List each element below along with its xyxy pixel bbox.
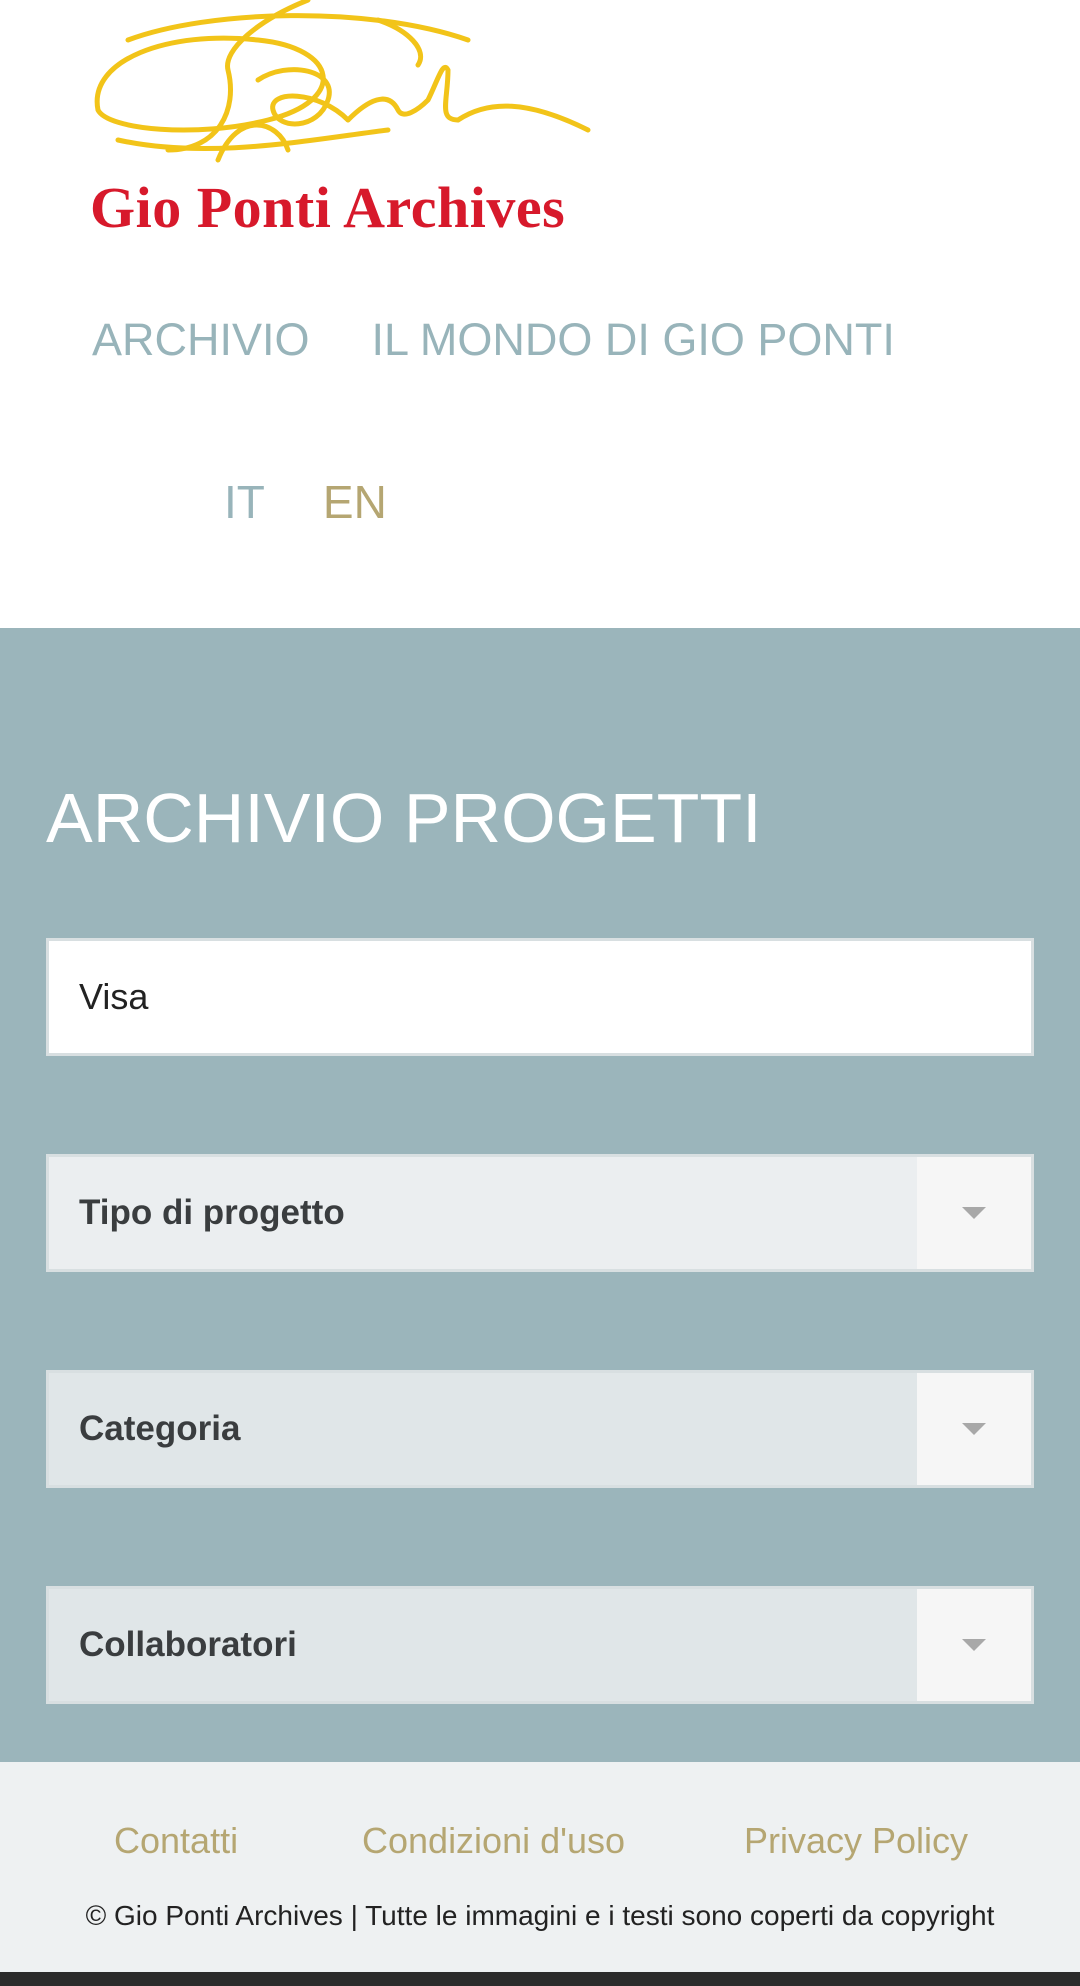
- footer-link-privacy-policy[interactable]: Privacy Policy: [744, 1816, 968, 1866]
- search-section: ARCHIVIO PROGETTI Tipo di progetto Categ…: [0, 628, 1080, 1762]
- site-header: Gio Ponti Archives ARCHIVIO IL MONDO DI …: [0, 0, 1080, 628]
- filter-categoria[interactable]: Categoria: [46, 1370, 1034, 1488]
- nav-item-il-mondo-di-gio-ponti[interactable]: IL MONDO DI GIO PONTI: [372, 310, 895, 370]
- filter-label: Collaboratori: [79, 1625, 297, 1664]
- signature-icon: [94, 0, 591, 163]
- site-footer: Contatti Condizioni d'uso Privacy Policy…: [0, 1762, 1080, 1972]
- main-nav: ARCHIVIO IL MONDO DI GIO PONTI: [92, 310, 895, 370]
- nav-item-archivio[interactable]: ARCHIVIO: [92, 310, 310, 370]
- dropdown-toggle[interactable]: [917, 1157, 1031, 1269]
- dropdown-toggle[interactable]: [917, 1589, 1031, 1701]
- page-title: ARCHIVIO PROGETTI: [46, 779, 762, 857]
- filter-label: Categoria: [79, 1409, 241, 1448]
- dropdown-toggle[interactable]: [917, 1373, 1031, 1485]
- language-it-link[interactable]: IT: [224, 472, 265, 532]
- footer-link-condizioni-uso[interactable]: Condizioni d'uso: [362, 1816, 625, 1866]
- language-en-link[interactable]: EN: [323, 472, 387, 532]
- chevron-down-icon: [962, 1423, 986, 1435]
- copyright-text: © Gio Ponti Archives | Tutte le immagini…: [85, 1900, 995, 1931]
- filter-label: Tipo di progetto: [79, 1193, 345, 1232]
- gio-ponti-logo[interactable]: Gio Ponti Archives: [88, 0, 608, 240]
- logo-text: Gio Ponti Archives: [90, 175, 566, 240]
- bottom-bar: [0, 1972, 1080, 1986]
- footer-links: Contatti Condizioni d'uso Privacy Policy: [0, 1816, 1080, 1876]
- filter-collaboratori[interactable]: Collaboratori: [46, 1586, 1034, 1704]
- footer-link-contatti[interactable]: Contatti: [114, 1816, 238, 1866]
- chevron-down-icon: [962, 1207, 986, 1219]
- search-input[interactable]: [46, 938, 1034, 1056]
- language-switcher: IT EN: [224, 472, 387, 532]
- chevron-down-icon: [962, 1639, 986, 1651]
- filter-tipo-di-progetto[interactable]: Tipo di progetto: [46, 1154, 1034, 1272]
